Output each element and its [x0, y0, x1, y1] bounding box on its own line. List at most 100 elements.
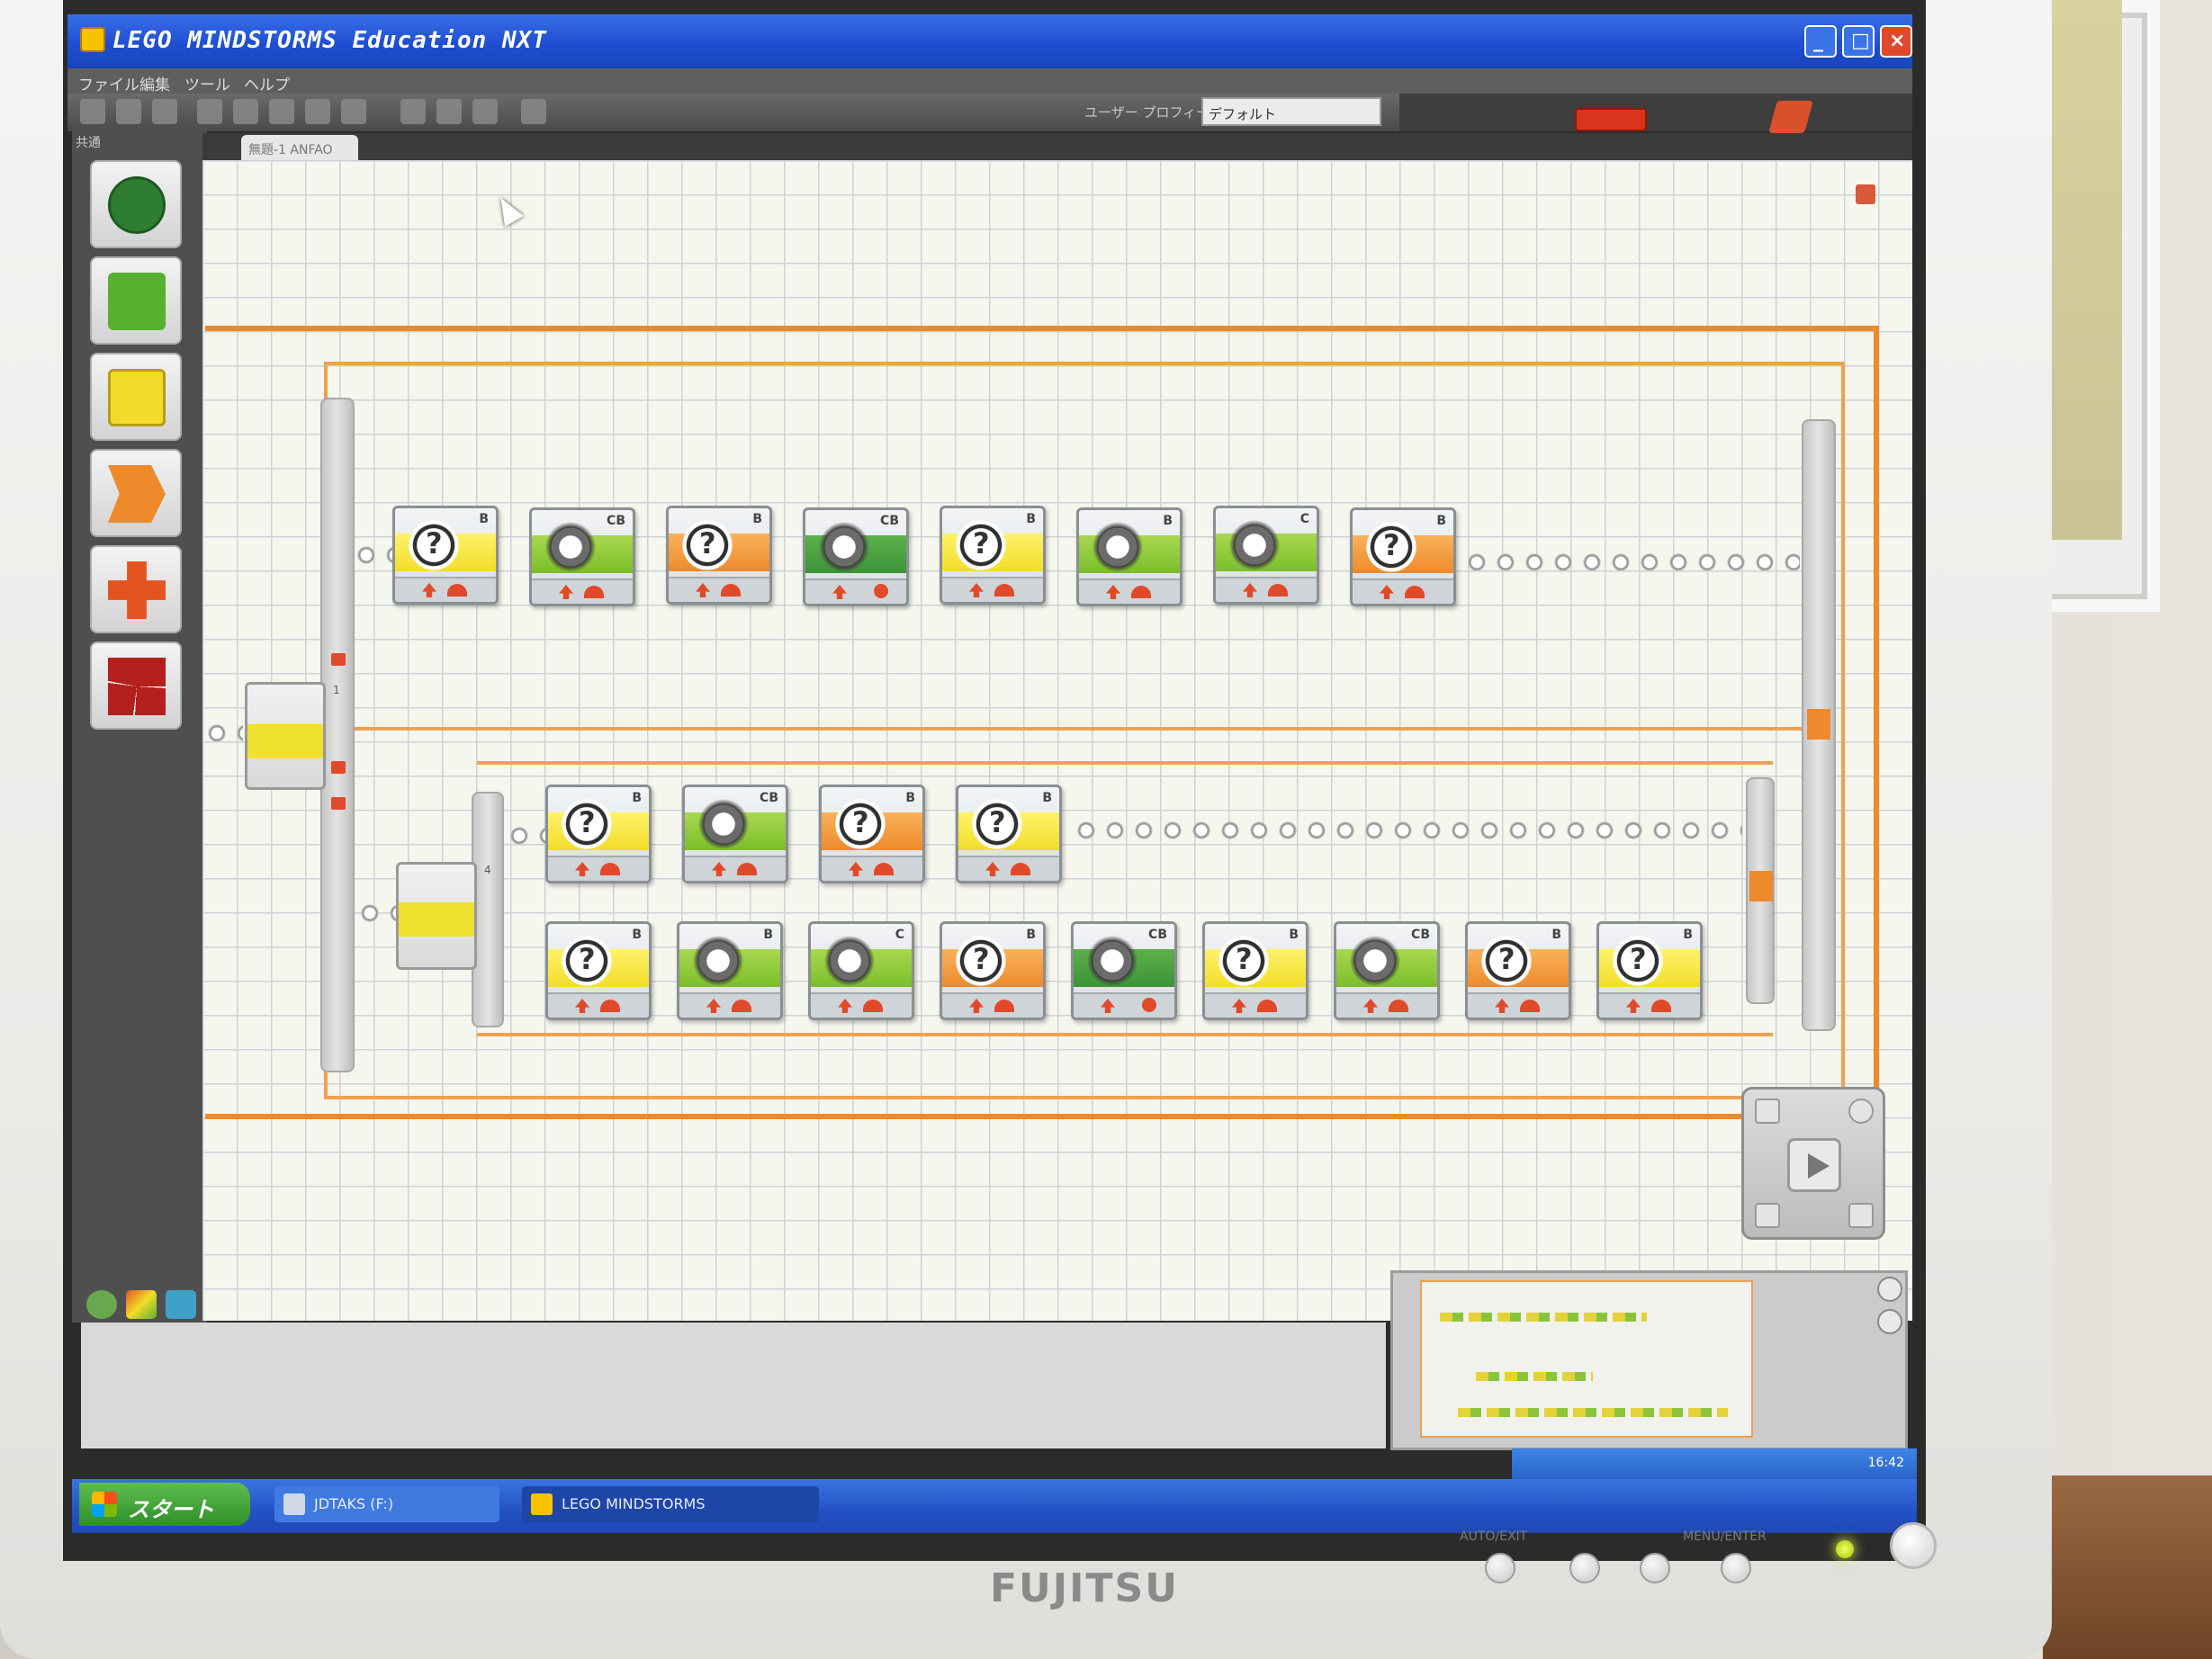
- block-port-label: B: [1042, 791, 1052, 805]
- canvas-close-icon[interactable]: [1856, 184, 1875, 204]
- custom-palette-icon[interactable]: [521, 99, 546, 124]
- palette-record-play-block[interactable]: [90, 256, 182, 345]
- row3-block-motor-rotation[interactable]: B: [940, 921, 1046, 1020]
- row3-block-motor[interactable]: C: [808, 921, 914, 1020]
- menu-file[interactable]: ファイル: [78, 72, 139, 94]
- download-button[interactable]: [1755, 1203, 1780, 1228]
- download-run-selected-button[interactable]: [1848, 1099, 1874, 1124]
- program-canvas[interactable]: [202, 160, 1912, 1321]
- help-panel: [81, 1323, 1386, 1448]
- block-port-label: B: [632, 928, 642, 942]
- paste-icon[interactable]: [269, 99, 294, 124]
- map-viewport[interactable]: [1420, 1280, 1753, 1438]
- toolbar-right-area: [1399, 94, 1912, 131]
- help-icon[interactable]: [1877, 1277, 1902, 1302]
- row2-block-motor-rotation[interactable]: B: [819, 785, 925, 883]
- gear-icon: [690, 933, 746, 989]
- row1-block-motor-rotation[interactable]: B: [666, 506, 772, 605]
- palette-move-block[interactable]: [90, 160, 182, 248]
- menu-bar: ファイル 編集 ツール ヘルプ: [67, 68, 1912, 94]
- gear-icon: [696, 796, 751, 852]
- navigation-icon[interactable]: [1877, 1309, 1902, 1334]
- block-port-label: C: [895, 928, 904, 942]
- pan-tool-icon[interactable]: [436, 99, 462, 124]
- inner-loop-bottom-beam: [324, 1096, 1845, 1099]
- menu-tools[interactable]: ツール: [184, 72, 230, 94]
- palette-switch-block[interactable]: [90, 641, 182, 730]
- block-footer: [532, 578, 633, 604]
- custom-palette-tab[interactable]: [166, 1290, 196, 1319]
- maximize-button[interactable]: □: [1842, 25, 1875, 58]
- plus-button[interactable]: [1640, 1553, 1670, 1583]
- switch-block-main[interactable]: [245, 682, 326, 790]
- nxt-window-button[interactable]: [1755, 1099, 1780, 1124]
- row3-block-motor-rotation[interactable]: B: [1596, 921, 1703, 1020]
- program-tab[interactable]: 無題-1 ANFAO: [241, 135, 358, 160]
- row3-block-motor-rotation[interactable]: B: [1202, 921, 1308, 1020]
- row2-block-move[interactable]: CB: [682, 785, 788, 883]
- cut-icon[interactable]: [197, 99, 222, 124]
- pointer-tool-icon[interactable]: [400, 99, 426, 124]
- outer-loop-top-beam: [205, 326, 1879, 331]
- desk-edge: [2043, 1475, 2212, 1659]
- row1-block-move[interactable]: CB: [803, 507, 909, 606]
- gear-icon: [816, 519, 872, 575]
- taskbar-item-label: JDTAKS (F:): [314, 1495, 394, 1512]
- power-button[interactable]: [1890, 1522, 1937, 1569]
- minus-button[interactable]: [1569, 1553, 1600, 1583]
- copy-icon[interactable]: [233, 99, 258, 124]
- run-program-button[interactable]: [1787, 1138, 1841, 1192]
- row1-block-move[interactable]: CB: [529, 507, 635, 606]
- palette-sound-block[interactable]: [90, 353, 182, 441]
- palette-wait-block[interactable]: [90, 449, 182, 537]
- minimize-button[interactable]: _: [1804, 25, 1837, 58]
- row3-block-move[interactable]: CB: [1334, 921, 1440, 1020]
- close-button[interactable]: ×: [1880, 25, 1912, 58]
- monitor-brand: FUJITSU: [990, 1565, 1179, 1611]
- auto-exit-button[interactable]: [1485, 1553, 1515, 1583]
- row1-block-motor[interactable]: C: [1213, 506, 1319, 605]
- row3-block-motor-rotation[interactable]: B: [1465, 921, 1571, 1020]
- redo-icon[interactable]: [341, 99, 366, 124]
- open-icon[interactable]: [116, 99, 141, 124]
- row1-block-motor-rotation[interactable]: B: [940, 506, 1046, 605]
- title-bar: LEGO MINDSTORMS Education NXT _ □ ×: [67, 14, 1912, 68]
- taskbar-item-lego[interactable]: LEGO MINDSTORMS: [522, 1486, 819, 1522]
- row3-block-move[interactable]: CB: [1071, 921, 1177, 1020]
- app-icon: [80, 27, 105, 52]
- start-button[interactable]: スタート: [79, 1483, 250, 1526]
- new-icon[interactable]: [80, 99, 105, 124]
- inner-loop-right-beam: [1841, 362, 1845, 1099]
- row2-block-motor-rotation[interactable]: B: [545, 785, 652, 883]
- block-footer: [1216, 577, 1317, 602]
- download-indicator[interactable]: [1575, 108, 1647, 131]
- block-port-label: CB: [1148, 928, 1167, 942]
- comment-tool-icon[interactable]: [472, 99, 498, 124]
- switch-inner-band: [399, 902, 474, 937]
- row2-block-motor-rotation[interactable]: B: [956, 785, 1062, 883]
- menu-enter-button[interactable]: [1721, 1553, 1751, 1583]
- row3-block-motor[interactable]: B: [677, 921, 783, 1020]
- profile-select[interactable]: デフォルト: [1201, 97, 1381, 126]
- palette-tabs: [81, 1287, 207, 1323]
- menu-help[interactable]: ヘルプ: [244, 72, 290, 94]
- map-row: [1458, 1408, 1728, 1417]
- undo-icon[interactable]: [305, 99, 330, 124]
- row1-block-motor-rotation[interactable]: B: [1350, 507, 1456, 606]
- block-footer: [679, 992, 780, 1018]
- save-icon[interactable]: [152, 99, 177, 124]
- row3-block-motor-rotation[interactable]: B: [545, 921, 652, 1020]
- row1-block-motor[interactable]: B: [1076, 507, 1182, 606]
- complete-palette-tab[interactable]: [126, 1290, 157, 1319]
- switch-block-inner[interactable]: [396, 862, 477, 970]
- document-tab-strip: [202, 133, 1912, 160]
- taskbar-item-drive[interactable]: JDTAKS (F:): [274, 1486, 499, 1522]
- power-led: [1836, 1540, 1854, 1558]
- gear-icon: [1084, 933, 1140, 989]
- row1-block-motor-rotation[interactable]: B: [392, 506, 499, 605]
- menu-edit[interactable]: 編集: [139, 72, 170, 94]
- common-palette-tab[interactable]: [86, 1290, 117, 1319]
- stop-button[interactable]: [1848, 1203, 1874, 1228]
- move-block-icon: [108, 176, 166, 234]
- palette-loop-block[interactable]: [90, 545, 182, 633]
